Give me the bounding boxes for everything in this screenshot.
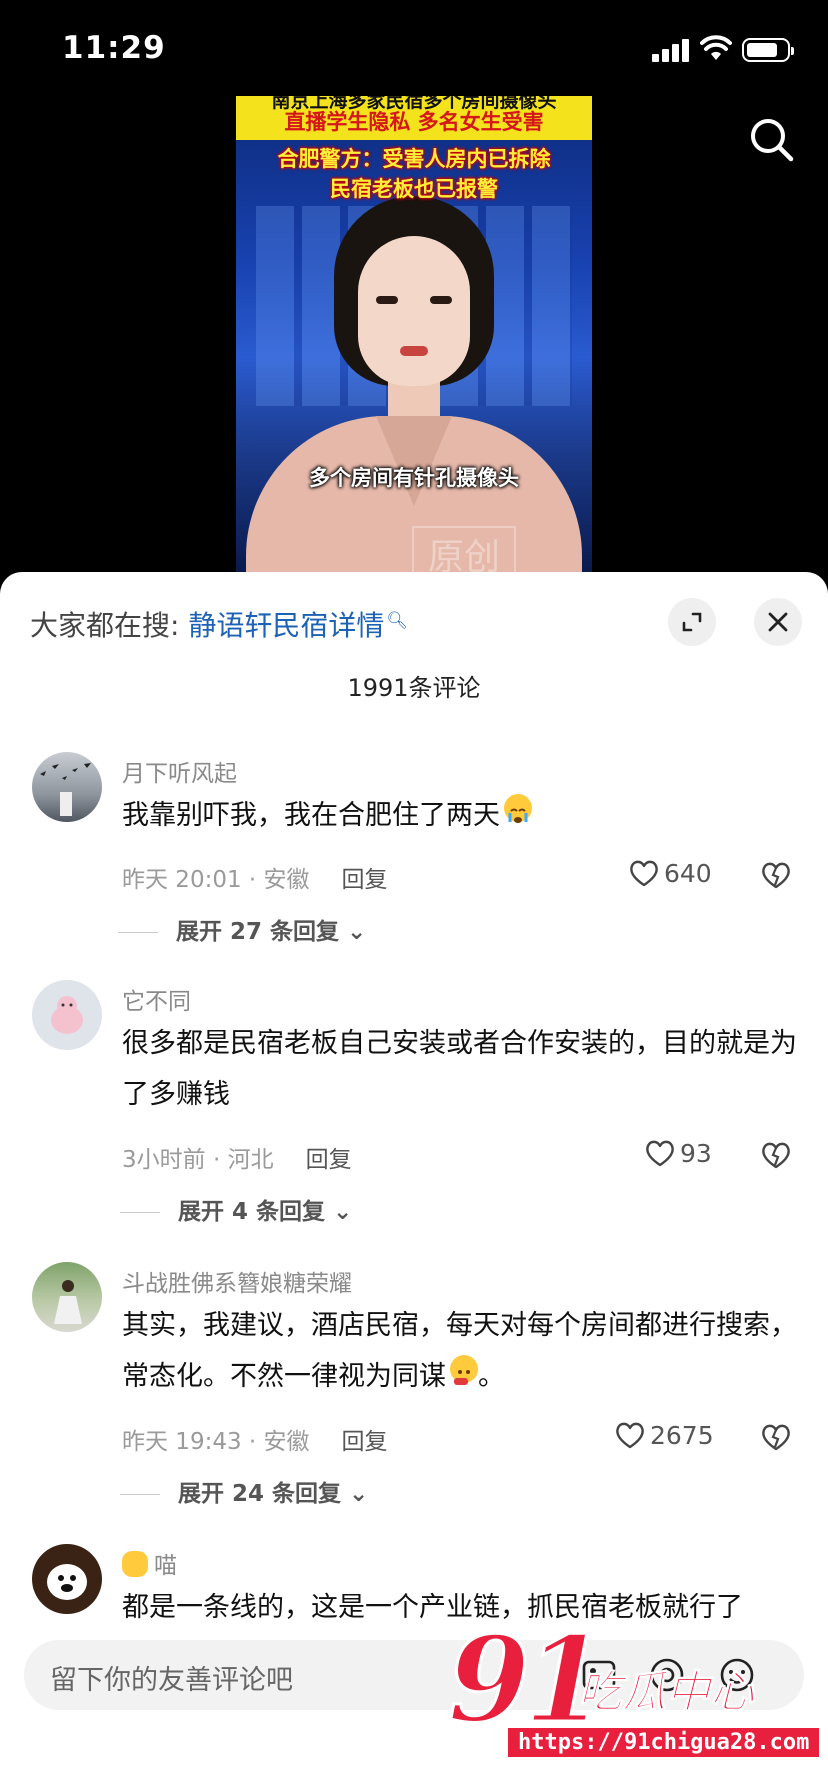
video-caption-line1: 合肥警方：受害人房内已拆除 xyxy=(277,147,551,171)
avatar-image xyxy=(54,1280,82,1324)
status-time: 11:29 xyxy=(62,30,166,66)
expand-replies-label: 展开 24 条回复 xyxy=(178,1481,342,1507)
comment-input-placeholder: 留下你的友善评论吧 xyxy=(50,1665,293,1696)
dislike-broken-heart-icon[interactable] xyxy=(760,860,792,890)
dislike-broken-heart-icon[interactable] xyxy=(760,1422,792,1452)
expand-replies-button[interactable]: 展开 4 条回复 ⌄ xyxy=(120,1192,353,1226)
avatar-image xyxy=(51,996,83,1034)
chevron-down-icon: ⌄ xyxy=(349,1481,369,1507)
battery-icon xyxy=(742,38,794,62)
avatar-image xyxy=(47,1564,87,1600)
hot-search-bar[interactable]: 大家都在搜: 静语轩民宿详情 🔍︎ xyxy=(30,604,408,644)
video-watermark: 原创 xyxy=(412,526,517,572)
anchor-eye-left xyxy=(376,296,398,304)
heart-icon xyxy=(630,860,658,887)
avatar[interactable] xyxy=(32,1544,102,1614)
close-button[interactable] xyxy=(754,598,802,646)
comment-time-location: 昨天 19:43 · 安徽 xyxy=(122,1429,310,1455)
dislike-broken-heart-icon[interactable] xyxy=(760,1140,792,1170)
expand-replies-label: 展开 4 条回复 xyxy=(178,1199,326,1225)
like-count: 93 xyxy=(680,1139,712,1168)
wifi-icon xyxy=(700,35,732,60)
search-icon[interactable] xyxy=(748,116,796,164)
cellular-signal-icon xyxy=(652,38,692,62)
comment-text: 其实，我建议，酒店民宿，每天对每个房间都进行搜索，常态化。不然一律视为同谋。 xyxy=(122,1300,802,1402)
like-button[interactable]: 93 xyxy=(644,1138,754,1168)
comment-meta: 昨天 19:43 · 安徽 回复 xyxy=(122,1422,388,1456)
video-headline-line2: 直播学生隐私 多名女生受害 xyxy=(284,110,544,134)
close-icon xyxy=(768,612,788,632)
chevron-down-icon: ⌄ xyxy=(347,919,367,945)
expand-icon xyxy=(682,612,702,632)
like-count: 2675 xyxy=(650,1421,714,1450)
comment-text-body: 我靠别吓我，我在合肥住了两天 xyxy=(122,800,500,831)
comment-username[interactable]: 它不同 xyxy=(122,982,191,1016)
video-player[interactable]: 南京上海多家民宿多个房间摄像头 直播学生隐私 多名女生受害 合肥警方：受害人房内… xyxy=(236,96,592,572)
reply-button[interactable]: 回复 xyxy=(306,1147,352,1173)
hot-search-keyword[interactable]: 静语轩民宿详情 xyxy=(188,609,384,642)
heart-icon xyxy=(646,1140,674,1167)
status-bar: 11:29 xyxy=(0,0,828,100)
avatar[interactable] xyxy=(32,980,102,1050)
heart-icon xyxy=(616,1422,644,1449)
watermark-brand-text: 吃瓜中心 xyxy=(578,1667,755,1719)
comments-count: 1991条评论 xyxy=(347,674,481,702)
comment-username[interactable]: 斗战胜佛系簪娘糖荣耀 xyxy=(122,1264,352,1298)
video-subtitle: 多个房间有针孔摄像头 xyxy=(309,466,519,490)
comment-meta: 3小时前 · 河北 回复 xyxy=(122,1140,352,1174)
comment-meta: 昨天 20:01 · 安徽 回复 xyxy=(122,860,388,894)
chevron-down-icon: ⌄ xyxy=(333,1199,353,1225)
expand-button[interactable] xyxy=(668,598,716,646)
avatar-image xyxy=(40,763,91,816)
crying-face-emoji-icon xyxy=(504,794,532,823)
like-button[interactable]: 640 xyxy=(628,858,738,888)
expand-replies-label: 展开 27 条回复 xyxy=(176,919,340,945)
site-watermark-logo: 91 吃瓜中心 https://91chigua28.com xyxy=(446,1618,820,1770)
search-small-icon: 🔍︎ xyxy=(386,611,408,631)
comment-username-block[interactable]: 喵 xyxy=(122,1546,177,1580)
comment-username[interactable]: 月下听风起 xyxy=(122,754,237,788)
video-caption-block: 合肥警方：受害人房内已拆除 民宿老板也已报警 xyxy=(236,144,592,204)
comment-text-end: 。 xyxy=(478,1361,505,1392)
video-headline-banner: 南京上海多家民宿多个房间摄像头 直播学生隐私 多名女生受害 xyxy=(236,96,592,140)
comment-username: 喵 xyxy=(154,1553,177,1579)
watermark-url: https://91chigua28.com xyxy=(508,1728,820,1757)
anchor-lips xyxy=(400,346,428,356)
like-count: 640 xyxy=(664,859,712,888)
comment-text: 很多都是民宿老板自己安装或者合作安装的，目的就是为了多赚钱 xyxy=(122,1028,797,1110)
shush-face-emoji-icon xyxy=(450,1355,478,1385)
news-anchor-face xyxy=(358,236,470,386)
reply-button[interactable]: 回复 xyxy=(342,867,388,893)
expand-replies-button[interactable]: 展开 24 条回复 ⌄ xyxy=(120,1474,369,1508)
expand-replies-button[interactable]: 展开 27 条回复 ⌄ xyxy=(118,912,367,946)
comment-text: 我靠别吓我，我在合肥住了两天 xyxy=(122,790,802,841)
avatar[interactable] xyxy=(32,1262,102,1332)
comment-time-location: 3小时前 · 河北 xyxy=(122,1147,274,1173)
comment-time-location: 昨天 20:01 · 安徽 xyxy=(122,867,310,893)
cat-face-icon xyxy=(122,1551,148,1577)
reply-button[interactable]: 回复 xyxy=(342,1429,388,1455)
like-button[interactable]: 2675 xyxy=(614,1420,724,1450)
comment-sheet: 大家都在搜: 静语轩民宿详情 🔍︎ 1991条评论 月下听风起 我靠别吓我，我在合… xyxy=(0,572,828,1792)
anchor-eye-right xyxy=(430,296,452,304)
video-caption-line2: 民宿老板也已报警 xyxy=(330,177,498,201)
hot-search-prefix: 大家都在搜: xyxy=(30,609,180,642)
avatar[interactable] xyxy=(32,752,102,822)
